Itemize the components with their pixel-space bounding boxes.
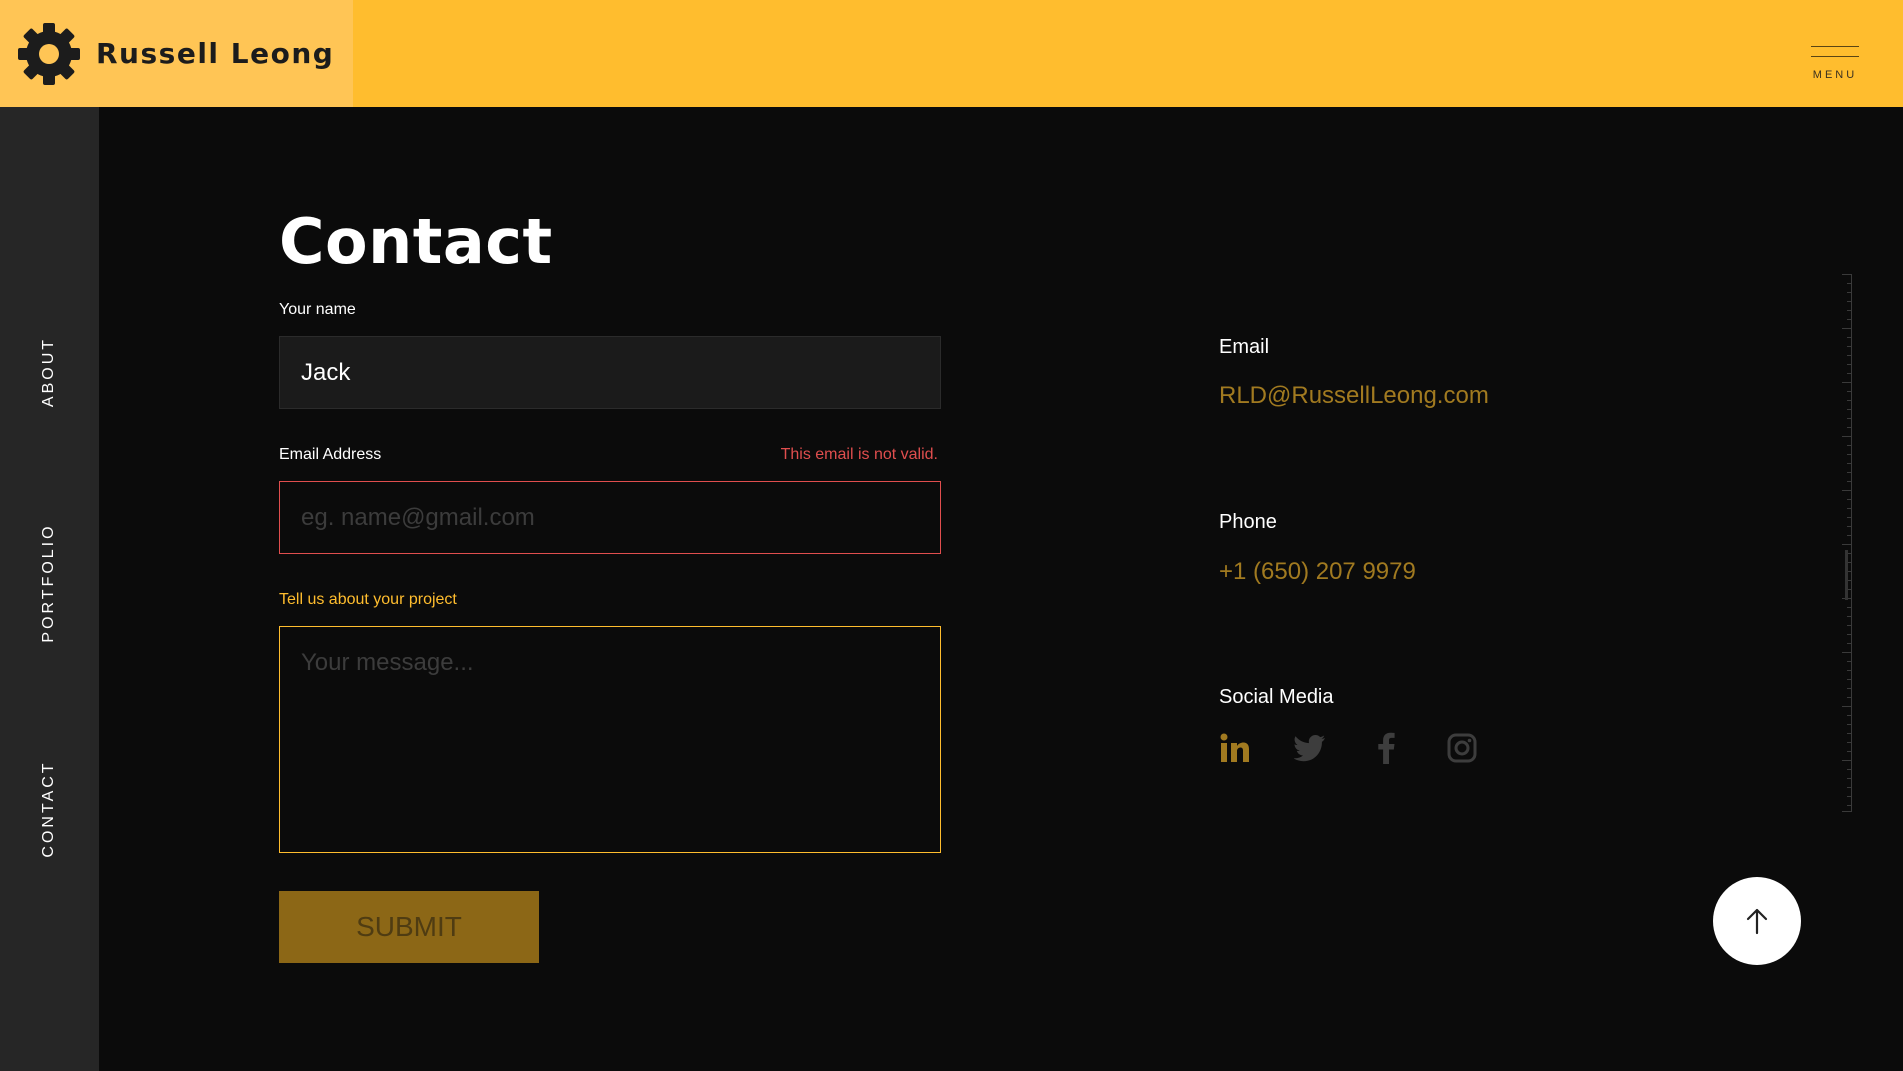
name-label: Your name — [279, 301, 356, 318]
sidebar-nav: ABOUT PORTFOLIO CONTACT — [0, 107, 99, 1071]
brand-logo[interactable]: Russell Leong — [0, 0, 353, 107]
scroll-to-top-button[interactable] — [1713, 877, 1801, 965]
twitter-icon[interactable] — [1293, 728, 1327, 768]
brand-name: Russell Leong — [96, 37, 335, 70]
phone-link[interactable]: +1 (650) 207 9979 — [1219, 558, 1416, 586]
header: Russell Leong MENU — [0, 0, 1903, 107]
email-link[interactable]: RLD@RussellLeong.com — [1219, 382, 1489, 410]
phone-info-label: Phone — [1219, 511, 1277, 533]
page-title: Contact — [279, 205, 553, 278]
message-textarea[interactable] — [279, 626, 941, 853]
linkedin-icon[interactable] — [1218, 728, 1252, 768]
instagram-icon[interactable] — [1445, 728, 1479, 768]
sidebar-item-portfolio[interactable]: PORTFOLIO — [40, 523, 58, 642]
email-info-label: Email — [1219, 336, 1270, 358]
menu-button[interactable]: MENU — [1809, 44, 1861, 84]
email-error-message: This email is not valid. — [780, 446, 938, 463]
name-input[interactable] — [279, 336, 941, 409]
message-label: Tell us about your project — [279, 591, 457, 608]
email-input[interactable] — [279, 481, 941, 554]
email-label: Email Address — [279, 446, 382, 463]
scroll-position-marker — [1845, 550, 1848, 600]
sidebar-item-about[interactable]: ABOUT — [40, 337, 58, 407]
submit-button[interactable]: SUBMIT — [279, 891, 539, 963]
ruler-ticks — [1842, 274, 1852, 812]
gear-icon — [18, 22, 80, 85]
sidebar-item-contact[interactable]: CONTACT — [40, 760, 58, 857]
menu-label: MENU — [1812, 69, 1858, 81]
social-media-label: Social Media — [1219, 686, 1334, 708]
arrow-up-icon — [1746, 908, 1768, 935]
scroll-progress-ruler — [1840, 274, 1852, 812]
facebook-icon[interactable] — [1369, 728, 1403, 768]
